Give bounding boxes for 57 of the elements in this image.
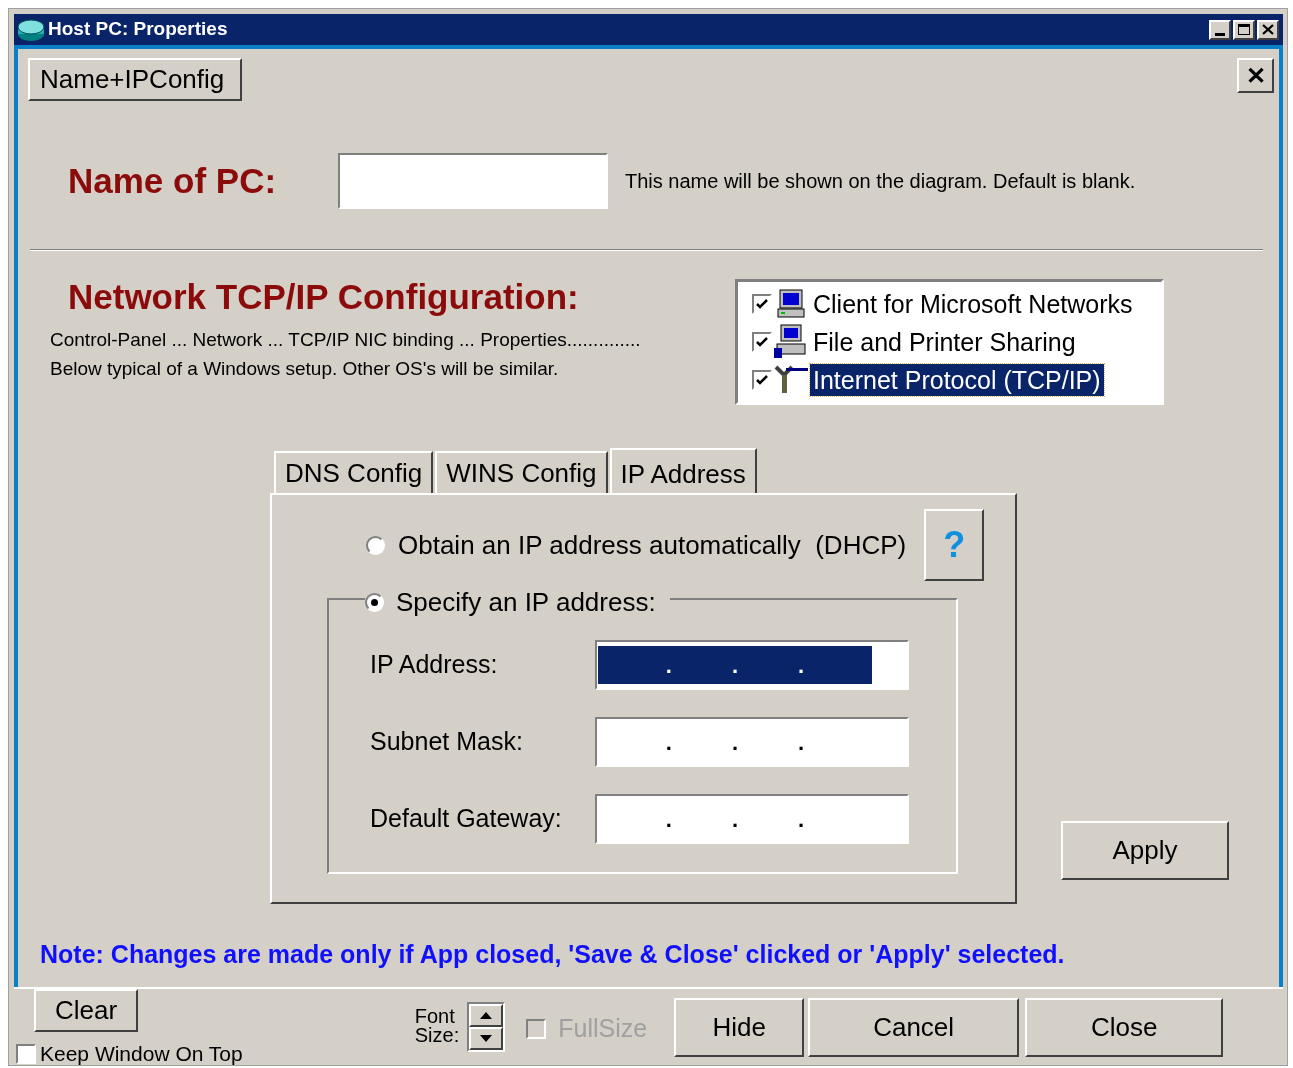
tab[interactable]: Name+IPConfig [28, 58, 242, 101]
radio-button[interactable] [366, 535, 385, 555]
option-label: Specify an IP address: [396, 586, 656, 619]
hint-text: This name will be shown on the diagram. Default is blank. [625, 169, 1136, 194]
computer-icon [775, 288, 807, 320]
close-button[interactable] [1257, 19, 1279, 40]
apply-button[interactable]: Apply [1061, 821, 1229, 880]
increase-button[interactable] [469, 1004, 504, 1027]
check-icon [756, 374, 768, 386]
close-icon [1262, 24, 1274, 35]
section-heading: Name of PC: [68, 159, 278, 202]
list-item[interactable]: File and Printer Sharing [810, 326, 1079, 358]
clear-button[interactable]: Clear [34, 989, 138, 1032]
maximize-button[interactable] [1233, 19, 1255, 40]
dialog-button[interactable]: Hide [674, 998, 805, 1057]
up-arrow-icon [480, 1012, 493, 1019]
window-title: Host PC: Properties [48, 17, 228, 42]
down-arrow-icon [480, 1035, 493, 1042]
address-separator: . [665, 728, 672, 757]
note-text: Note: Changes are made only if App closed, 'Save & Close' clicked or 'Apply' selected. [40, 939, 1066, 970]
pc-name-field[interactable] [338, 153, 608, 209]
app-icon [16, 16, 46, 43]
dialog-button[interactable]: Close [1025, 998, 1224, 1057]
printer-computer-icon [773, 324, 809, 360]
minimize-button[interactable] [1209, 19, 1231, 40]
address-separator: . [731, 651, 739, 680]
decrease-button[interactable] [469, 1027, 504, 1050]
option-label: Obtain an IP address automatically (DHCP) [398, 528, 907, 562]
close-button[interactable]: ✕ [1237, 58, 1274, 93]
address-separator: . [665, 805, 672, 834]
check-icon [756, 336, 768, 348]
field-label: IP Address: [370, 649, 499, 681]
list-item[interactable]: Internet Protocol (TCP/IP) [810, 364, 1104, 396]
ip-address-field[interactable]: . . . [595, 717, 909, 767]
address-separator: . [731, 805, 739, 834]
section-heading: Network TCP/IP Configuration: [68, 279, 580, 315]
font-size-label: Font [414, 1007, 456, 1026]
dialog-button[interactable]: Cancel [808, 998, 1020, 1057]
address-separator: . [798, 805, 805, 834]
ip-address-field[interactable]: . . . [595, 640, 909, 690]
checkbox-label: Keep Window On Top [40, 1041, 243, 1067]
list-item[interactable]: Client for Microsoft Networks [810, 288, 1136, 320]
check-icon [756, 298, 768, 310]
field-label: Default Gateway: [370, 803, 563, 835]
checkbox[interactable] [16, 1043, 36, 1064]
tab[interactable]: IP Address [609, 448, 757, 493]
network-connector-icon [774, 365, 808, 395]
address-separator: . [798, 651, 805, 680]
address-separator: . [731, 728, 739, 757]
field-label: Subnet Mask: [370, 726, 524, 758]
ip-address-field[interactable]: . . . [595, 794, 909, 844]
address-separator: . [665, 651, 672, 680]
instruction-text: Control-Panel ... Network ... TCP/IP NIC binding ... Properties.............. [50, 328, 642, 352]
address-separator: . [798, 728, 805, 757]
instruction-text: Below typical of a Windows setup. Other OS's will be similar. [50, 357, 560, 381]
font-size-label: Size: [414, 1026, 460, 1045]
radio-button[interactable] [365, 593, 384, 612]
